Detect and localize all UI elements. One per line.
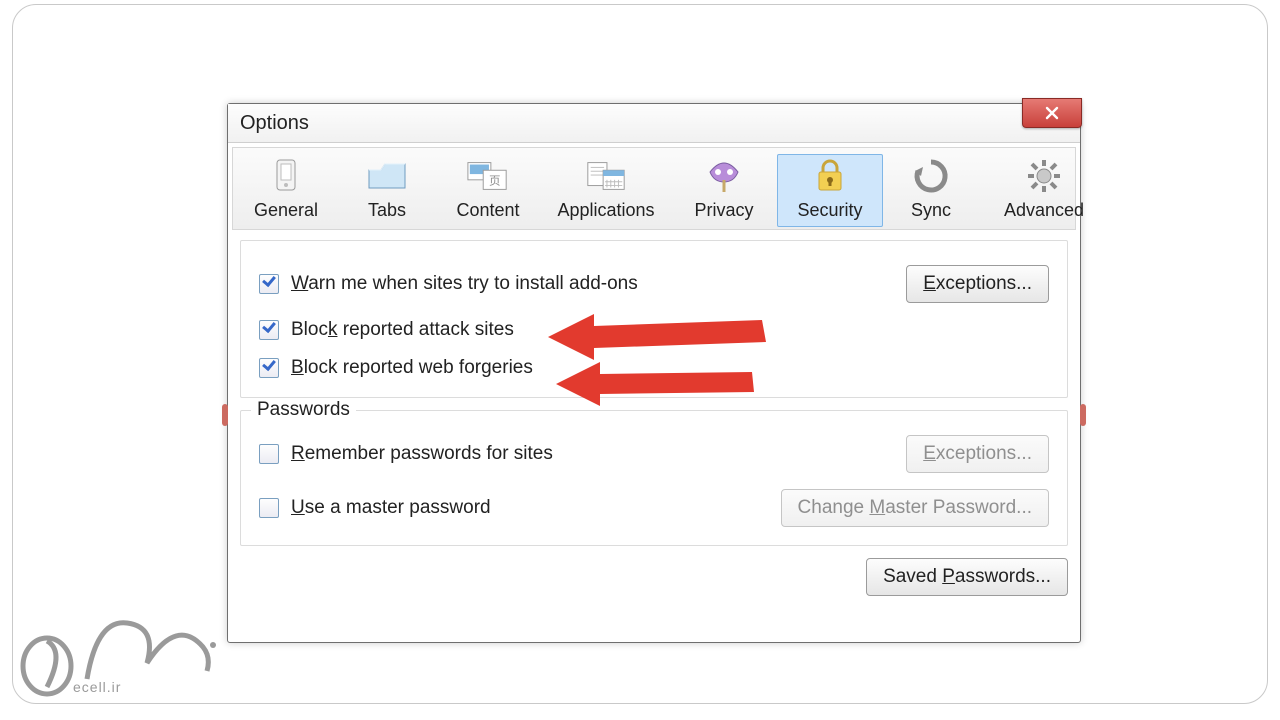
tab-sync-label: Sync (889, 200, 973, 221)
watermark-text: ecell.ir (73, 679, 121, 695)
saved-passwords-row: Saved Passwords... (240, 558, 1068, 596)
tab-privacy[interactable]: Privacy (671, 154, 777, 227)
scroll-indicator-right (1080, 404, 1086, 426)
warn-addons-label: Warn me when sites try to install add-on… (291, 273, 638, 295)
tab-advanced-label: Advanced (985, 200, 1103, 221)
window-title: Options (240, 112, 309, 134)
passwords-exceptions-button: Exceptions... (906, 435, 1049, 473)
tabs-icon (365, 158, 409, 194)
content-icon: 页 (466, 158, 510, 194)
privacy-icon (702, 158, 746, 194)
tab-general[interactable]: General (233, 154, 339, 227)
master-password-row: Use a master password Change Master Pass… (259, 489, 1049, 527)
saved-passwords-button[interactable]: Saved Passwords... (866, 558, 1068, 596)
tab-tabs-label: Tabs (345, 200, 429, 221)
close-icon (1044, 105, 1060, 121)
block-forgery-checkbox[interactable] (259, 358, 279, 378)
tab-applications-label: Applications (547, 200, 665, 221)
change-master-password-button: Change Master Password... (781, 489, 1049, 527)
tab-privacy-label: Privacy (677, 200, 771, 221)
sync-icon (909, 158, 953, 194)
close-button[interactable] (1022, 98, 1082, 128)
category-toolbar: General Tabs 页 (232, 147, 1076, 230)
warn-addons-row: Warn me when sites try to install add-on… (259, 265, 1049, 303)
passwords-group: Passwords Remember passwords for sites E… (240, 410, 1068, 546)
passwords-group-label: Passwords (251, 399, 356, 421)
remember-passwords-label: Remember passwords for sites (291, 443, 553, 465)
svg-text:页: 页 (489, 176, 500, 188)
security-panel: Warn me when sites try to install add-on… (240, 240, 1068, 546)
page-card: Options General (12, 4, 1268, 704)
addon-exceptions-button[interactable]: Exceptions... (906, 265, 1049, 303)
block-forgery-row: Block reported web forgeries (259, 357, 1049, 379)
advanced-icon (1022, 158, 1066, 194)
block-attack-row: Block reported attack sites (259, 319, 1049, 341)
tab-content[interactable]: 页 Content (435, 154, 541, 227)
remember-passwords-row: Remember passwords for sites Exceptions.… (259, 435, 1049, 473)
master-password-checkbox[interactable] (259, 498, 279, 518)
tab-sync[interactable]: Sync (883, 154, 979, 227)
scroll-indicator-left (222, 404, 228, 426)
tab-content-label: Content (441, 200, 535, 221)
options-dialog: Options General (227, 103, 1081, 643)
block-attack-label: Block reported attack sites (291, 319, 514, 341)
titlebar: Options (228, 104, 1080, 143)
block-attack-checkbox[interactable] (259, 320, 279, 340)
tab-security[interactable]: Security (777, 154, 883, 227)
remember-passwords-checkbox[interactable] (259, 444, 279, 464)
watermark-logo: ecell.ir (17, 611, 227, 701)
block-forgery-label: Block reported web forgeries (291, 357, 533, 379)
security-icon (808, 158, 852, 194)
tab-advanced[interactable]: Advanced (979, 154, 1109, 227)
general-icon (264, 158, 308, 194)
master-password-label: Use a master password (291, 497, 491, 519)
addon-security-group: Warn me when sites try to install add-on… (240, 240, 1068, 398)
tab-tabs[interactable]: Tabs (339, 154, 435, 227)
tab-applications[interactable]: Applications (541, 154, 671, 227)
applications-icon (584, 158, 628, 194)
warn-addons-checkbox[interactable] (259, 274, 279, 294)
tab-security-label: Security (783, 200, 877, 221)
tab-general-label: General (239, 200, 333, 221)
